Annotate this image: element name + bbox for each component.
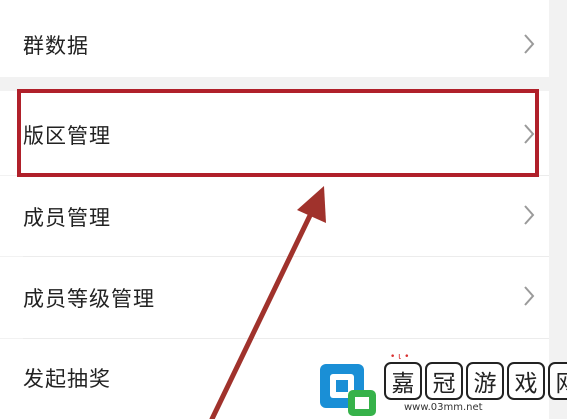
- watermark-char: 网: [548, 362, 567, 400]
- site-watermark: • ɩ • 嘉 冠 游 戏 网 www.03mm.net: [318, 352, 567, 419]
- site-logo-icon: [320, 364, 376, 416]
- watermark-char: 冠: [425, 362, 463, 400]
- pointer-arrow: [209, 186, 326, 419]
- watermark-url: www.03mm.net: [404, 402, 483, 413]
- decoration-dots: • ɩ •: [390, 352, 410, 362]
- watermark-title: 嘉 冠 游 戏 网: [384, 362, 567, 400]
- watermark-char: 戏: [507, 362, 545, 400]
- watermark-char: 游: [466, 362, 504, 400]
- watermark-char: 嘉: [384, 362, 422, 400]
